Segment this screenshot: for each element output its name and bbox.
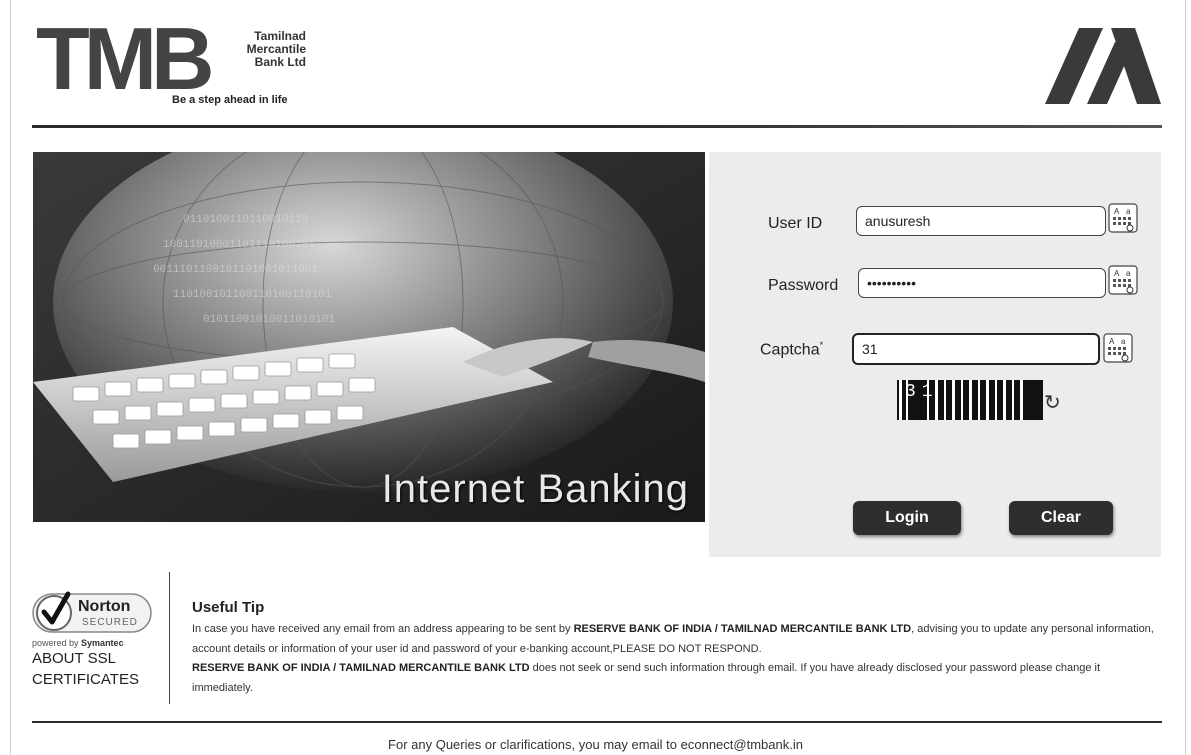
norton-badge: Norton SECURED (32, 588, 154, 636)
svg-text:10011010001101110100101: 10011010001101110100101 (163, 239, 315, 251)
about-ssl-link[interactable]: ABOUT SSL CERTIFICATES (32, 648, 164, 690)
svg-text:A: A (1114, 207, 1120, 216)
brand-mark-icon (1045, 28, 1161, 104)
tip-p1-b: RESERVE BANK OF INDIA / TAMILNAD MERCANT… (573, 623, 912, 635)
password-input[interactable] (858, 268, 1106, 298)
norton-seal[interactable]: Norton SECURED powered by Symantec ABOUT… (32, 588, 164, 690)
tip-p1-a: In case you have received any email from… (192, 623, 574, 635)
footer: For any Queries or clarifications, you m… (0, 737, 1191, 752)
logo-name-line-3: Bank Ltd (254, 55, 306, 69)
login-button[interactable]: Login (853, 501, 961, 535)
footer-divider (32, 721, 1162, 723)
refresh-icon[interactable]: ↻ (1044, 393, 1061, 413)
svg-text:a: a (1126, 269, 1131, 278)
norton-powered-by: powered by Symantec (32, 638, 164, 648)
svg-text:a: a (1126, 207, 1131, 216)
virtual-keyboard-icon[interactable]: A a (1103, 333, 1133, 363)
virtual-keyboard-icon[interactable]: A a (1108, 203, 1138, 233)
bank-logo[interactable]: TMB Tamilnad Mercantile Bank Ltd Be a st… (36, 9, 336, 116)
captcha-input[interactable] (852, 333, 1100, 365)
footer-text: For any Queries or clarifications, you m… (388, 737, 681, 752)
captcha-required-mark: * (819, 340, 824, 350)
norton-secured: SECURED (82, 617, 138, 628)
captcha-image: 31 (897, 380, 1043, 420)
svg-text:0011101100101101001011001: 0011101100101101001011001 (153, 264, 318, 276)
powered-brand: Symantec (81, 638, 124, 648)
svg-text:a: a (1121, 337, 1126, 346)
tip-p2-a: RESERVE BANK OF INDIA / TAMILNAD MERCANT… (192, 662, 530, 674)
userid-input[interactable] (856, 206, 1106, 236)
svg-text:0110100110110010110: 0110100110110010110 (183, 214, 308, 226)
about-ssl-line-1: ABOUT SSL (32, 650, 116, 667)
svg-text:110100101100110100110101: 110100101100110100110101 (173, 289, 332, 301)
password-label: Password (768, 277, 839, 294)
useful-tip: Useful Tip In case you have received any… (192, 599, 1162, 698)
captcha-label-text: Captcha (760, 341, 820, 359)
svg-text:A: A (1109, 337, 1115, 346)
svg-text:A: A (1114, 269, 1120, 278)
userid-label: User ID (768, 215, 823, 232)
clear-button[interactable]: Clear (1009, 501, 1113, 535)
about-ssl-line-2: CERTIFICATES (32, 671, 139, 688)
header-divider (32, 125, 1162, 128)
svg-text:01011001010011010101: 01011001010011010101 (203, 314, 335, 326)
powered-prefix: powered by (32, 638, 79, 648)
logo-letters: TMB (36, 9, 215, 108)
logo-tagline: Be a step ahead in life (172, 94, 288, 106)
logo-bank-name: Tamilnad Mercantile Bank Ltd (232, 30, 306, 69)
tip-body: In case you have received any email from… (192, 620, 1162, 698)
captcha-image-text: 31 (905, 382, 939, 402)
footer-email-link[interactable]: econnect@tmbank.in (681, 737, 803, 752)
hero-caption: Internet Banking (381, 467, 689, 511)
captcha-label: Captcha* (760, 340, 823, 359)
norton-brand: Norton (78, 598, 131, 615)
virtual-keyboard-icon[interactable]: A a (1108, 265, 1138, 295)
hero-banner: 0110100110110010110 10011010001101110100… (33, 152, 705, 522)
tip-divider (169, 572, 170, 704)
tip-title: Useful Tip (192, 599, 265, 616)
